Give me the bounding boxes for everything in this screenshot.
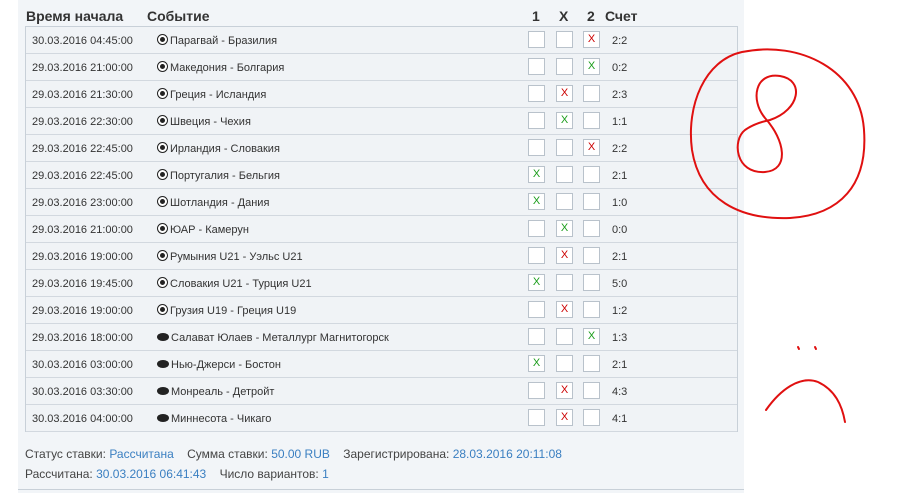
doodle-eye-left [797,346,800,350]
doodle-frown [765,379,846,423]
doodle-eye-right [814,346,817,350]
doodle-big-circle [690,48,866,220]
red-doodle-drawing [690,48,866,423]
doodle-figure-eight [736,74,797,174]
